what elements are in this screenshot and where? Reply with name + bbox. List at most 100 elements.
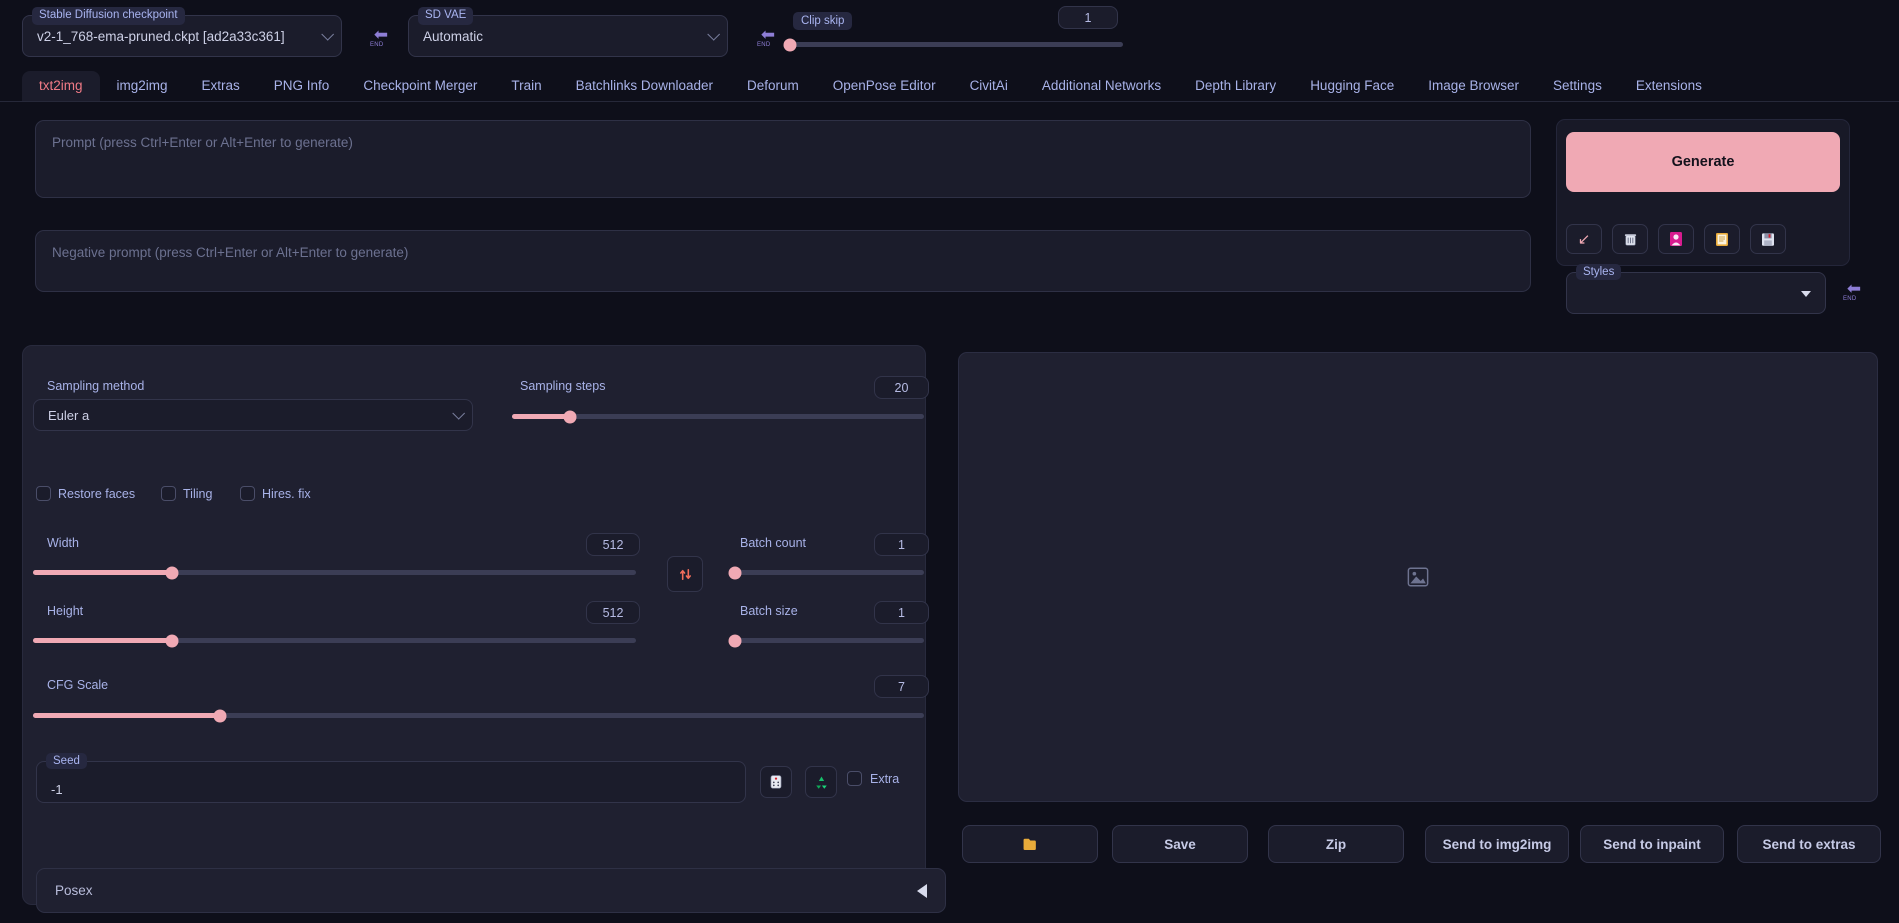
tab-civitai[interactable]: CivitAi (953, 71, 1025, 102)
clip-skip-value[interactable]: 1 (1058, 6, 1118, 29)
seed-input[interactable]: Seed -1 (36, 761, 746, 803)
clipboard-glyph (1715, 231, 1729, 247)
tab-batchlinks-downloader[interactable]: Batchlinks Downloader (559, 71, 730, 102)
batch-size-slider[interactable] (735, 638, 924, 643)
tab-depth-library[interactable]: Depth Library (1178, 71, 1293, 102)
tab-extensions[interactable]: Extensions (1619, 71, 1719, 102)
show-extra-networks-icon[interactable] (1658, 224, 1694, 254)
zip-button[interactable]: Zip (1268, 825, 1404, 863)
width-slider[interactable] (33, 570, 636, 575)
folder-icon (1022, 837, 1039, 852)
batch-count-value[interactable]: 1 (874, 533, 929, 556)
restore-faces-checkbox[interactable] (36, 486, 51, 501)
batch-size-value[interactable]: 1 (874, 601, 929, 624)
reuse-seed-recycle-icon[interactable] (805, 766, 837, 798)
seed-label: Seed (46, 753, 87, 769)
height-label: Height (47, 604, 83, 618)
sd-vae-label: SD VAE (418, 7, 473, 25)
tab-png-info[interactable]: PNG Info (257, 71, 347, 102)
arrow-restore-progress-icon[interactable]: ↙ (1566, 224, 1602, 254)
posex-accordion[interactable]: Posex (36, 868, 946, 913)
sampling-steps-slider[interactable] (512, 414, 924, 419)
refresh-checkpoint-button[interactable]: ⬅ END (370, 29, 392, 41)
floppy-glyph (1761, 232, 1775, 247)
chevron-down-icon (1801, 291, 1811, 297)
chevron-left-icon (917, 884, 927, 898)
output-gallery-panel (958, 352, 1878, 802)
swap-arrows-icon (678, 567, 693, 582)
trash-glyph (1623, 232, 1638, 247)
tab-img2img[interactable]: img2img (100, 71, 185, 102)
tab-additional-networks[interactable]: Additional Networks (1025, 71, 1178, 102)
save-style-floppy-icon[interactable] (1750, 224, 1786, 254)
clip-skip-slider[interactable] (790, 42, 1123, 47)
posex-label: Posex (55, 883, 93, 898)
recycle-glyph (814, 775, 829, 790)
chevron-down-icon (452, 407, 465, 420)
checkpoint-selector[interactable]: Stable Diffusion checkpoint v2-1_768-ema… (22, 15, 342, 57)
checkpoint-label: Stable Diffusion checkpoint (32, 7, 185, 25)
tab-image-browser[interactable]: Image Browser (1411, 71, 1536, 102)
batch-count-label: Batch count (740, 536, 806, 550)
restore-faces-label: Restore faces (58, 487, 135, 501)
sd-vae-selector[interactable]: SD VAE Automatic (408, 15, 728, 57)
seed-value: -1 (51, 782, 63, 797)
refresh-vae-button[interactable]: ⬅ END (757, 29, 779, 41)
batch-count-slider[interactable] (735, 570, 924, 575)
dice-glyph (769, 774, 783, 790)
negative-prompt-input[interactable]: Negative prompt (press Ctrl+Enter or Alt… (35, 230, 1531, 292)
width-label: Width (47, 536, 79, 550)
positive-prompt-input[interactable]: Prompt (press Ctrl+Enter or Alt+Enter to… (35, 120, 1531, 198)
chevron-down-icon (321, 28, 334, 41)
sampling-method-value: Euler a (48, 408, 89, 423)
sampling-steps-label: Sampling steps (520, 379, 605, 393)
cfg-scale-label: CFG Scale (47, 678, 108, 692)
checkpoint-value: v2-1_768-ema-pruned.ckpt [ad2a33c361] (37, 29, 285, 44)
main-tab-bar: txt2imgimg2imgExtrasPNG InfoCheckpoint M… (0, 68, 1899, 102)
width-value[interactable]: 512 (586, 533, 640, 556)
negative-prompt-placeholder: Negative prompt (press Ctrl+Enter or Alt… (52, 245, 408, 260)
tab-train[interactable]: Train (494, 71, 558, 102)
tab-txt2img[interactable]: txt2img (22, 71, 100, 102)
positive-prompt-placeholder: Prompt (press Ctrl+Enter or Alt+Enter to… (52, 135, 353, 150)
arrow-left-icon: ⬅ (1843, 283, 1865, 295)
tab-openpose-editor[interactable]: OpenPose Editor (816, 71, 953, 102)
styles-label: Styles (1576, 264, 1621, 280)
chevron-down-icon (707, 28, 720, 41)
extra-seed-checkbox[interactable] (847, 771, 862, 786)
height-slider[interactable] (33, 638, 636, 643)
sampling-steps-value[interactable]: 20 (874, 376, 929, 399)
extra-seed-label: Extra (870, 772, 899, 786)
tiling-label: Tiling (183, 487, 212, 501)
generate-button[interactable]: Generate (1566, 132, 1840, 192)
send-to-inpaint-button[interactable]: Send to inpaint (1580, 825, 1724, 863)
save-button[interactable]: Save (1112, 825, 1248, 863)
tab-extras[interactable]: Extras (185, 71, 257, 102)
tab-hugging-face[interactable]: Hugging Face (1293, 71, 1411, 102)
open-folder-button[interactable] (962, 825, 1098, 863)
refresh-styles-button[interactable]: ⬅ END (1843, 283, 1865, 295)
cfg-scale-value[interactable]: 7 (874, 675, 929, 698)
hires-fix-label: Hires. fix (262, 487, 311, 501)
sd-vae-value: Automatic (423, 29, 483, 44)
tab-checkpoint-merger[interactable]: Checkpoint Merger (346, 71, 494, 102)
tab-deforum[interactable]: Deforum (730, 71, 816, 102)
apply-style-clipboard-icon[interactable] (1704, 224, 1740, 254)
send-to-img2img-button[interactable]: Send to img2img (1425, 825, 1569, 863)
swap-width-height-button[interactable] (667, 556, 703, 592)
cfg-scale-slider[interactable] (33, 713, 924, 718)
top-toolbar: Stable Diffusion checkpoint v2-1_768-ema… (0, 0, 1899, 68)
send-to-extras-button[interactable]: Send to extras (1737, 825, 1881, 863)
tab-settings[interactable]: Settings (1536, 71, 1619, 102)
card-glyph (1669, 231, 1683, 247)
styles-dropdown[interactable]: Styles (1566, 272, 1826, 314)
sampling-method-label: Sampling method (47, 379, 144, 393)
height-value[interactable]: 512 (586, 601, 640, 624)
batch-size-label: Batch size (740, 604, 798, 618)
hires-fix-checkbox[interactable] (240, 486, 255, 501)
arrow-left-icon: ⬅ (757, 29, 779, 41)
trash-clear-prompt-icon[interactable] (1612, 224, 1648, 254)
random-seed-dice-icon[interactable] (760, 766, 792, 798)
sampling-method-select[interactable]: Euler a (33, 399, 473, 431)
tiling-checkbox[interactable] (161, 486, 176, 501)
